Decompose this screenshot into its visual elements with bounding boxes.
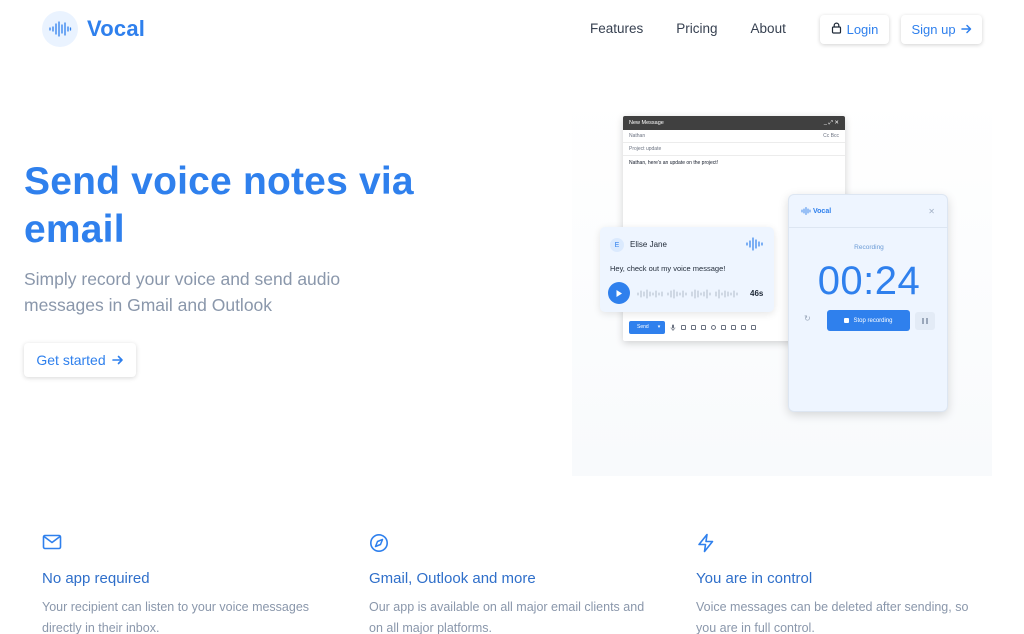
pen-icon bbox=[751, 324, 756, 330]
hero-subtitle: Simply record your voice and send audio … bbox=[24, 269, 341, 315]
stop-recording-button: Stop recording bbox=[827, 310, 910, 331]
drive-icon bbox=[721, 324, 726, 330]
recorder-logo: Vocal bbox=[801, 207, 831, 215]
compose-cc-bcc: Cc Bcc bbox=[823, 133, 839, 139]
feature-control: You are in control Voice messages can be… bbox=[696, 533, 986, 634]
compose-title: New Message bbox=[629, 120, 664, 126]
recorder-logo-text: Vocal bbox=[813, 207, 832, 215]
recording-status: Recording bbox=[854, 244, 884, 251]
recording-timer: 00:24 bbox=[817, 259, 921, 303]
signup-label: Sign up bbox=[911, 22, 956, 37]
lock-icon bbox=[741, 324, 746, 330]
lightning-icon bbox=[696, 533, 986, 553]
voice-duration: 46s bbox=[750, 289, 764, 298]
window-controls-icon: _ ⤢ ✕ bbox=[823, 119, 839, 126]
login-button[interactable]: Login bbox=[820, 15, 889, 44]
compose-subject: Project update bbox=[629, 146, 662, 152]
stop-icon bbox=[844, 318, 850, 323]
voice-message-text: Hey, check out my voice message! bbox=[610, 264, 726, 273]
send-button: Send ▾ bbox=[629, 320, 665, 334]
refresh-icon: ↻ bbox=[804, 314, 811, 323]
compose-toolbar: Send ▾ bbox=[629, 318, 756, 336]
arrow-right-icon bbox=[111, 352, 124, 368]
pause-icon bbox=[922, 318, 925, 324]
audio-waveform-icon bbox=[636, 287, 746, 305]
waveform-icon bbox=[746, 237, 764, 256]
link-icon bbox=[701, 324, 706, 330]
close-icon: ✕ bbox=[928, 206, 935, 216]
voice-message-card: E Elise Jane Hey, check out my voice mes… bbox=[600, 227, 774, 312]
feature-text: Voice messages can be deleted after send… bbox=[696, 600, 969, 634]
compose-subject-row: Project update bbox=[623, 143, 845, 156]
waveform-icon bbox=[801, 207, 811, 215]
recorder-widget: Vocal ✕ Recording 00:24 ↻ Stop recording bbox=[788, 194, 948, 412]
brand-name: Vocal bbox=[87, 16, 146, 41]
signup-button[interactable]: Sign up bbox=[901, 15, 982, 44]
login-label: Login bbox=[846, 22, 879, 37]
feature-title: No app required bbox=[42, 570, 150, 587]
nav-link-about[interactable]: About bbox=[751, 21, 786, 36]
brand-logo[interactable]: Vocal bbox=[42, 11, 145, 47]
emoji-icon bbox=[711, 324, 716, 330]
format-icon bbox=[681, 324, 686, 330]
mic-icon bbox=[670, 318, 676, 336]
chevron-down-icon: ▾ bbox=[657, 324, 661, 330]
nav-links: Features Pricing About bbox=[590, 21, 786, 36]
feature-platforms: Gmail, Outlook and more Our app is avail… bbox=[369, 533, 659, 634]
top-nav: Vocal Features Pricing About Login Sign … bbox=[0, 0, 1024, 58]
hero-title: Send voice notes via email bbox=[24, 160, 414, 251]
feature-text: Your recipient can listen to your voice … bbox=[42, 600, 310, 634]
image-icon bbox=[731, 324, 736, 330]
arrow-right-icon bbox=[960, 22, 972, 37]
waveform-logo-icon bbox=[42, 11, 78, 47]
avatar: E bbox=[610, 238, 624, 252]
get-started-button[interactable]: Get started bbox=[24, 343, 136, 377]
recorder-header: Vocal ✕ bbox=[789, 195, 947, 228]
nav-link-features[interactable]: Features bbox=[590, 21, 643, 36]
get-started-label: Get started bbox=[36, 352, 106, 368]
compose-body: Nathan, here's an update on the project! bbox=[629, 160, 719, 166]
feature-title: You are in control bbox=[696, 570, 813, 587]
feature-no-app: No app required Your recipient can liste… bbox=[42, 533, 332, 634]
mail-icon bbox=[42, 533, 332, 553]
pause-button bbox=[915, 312, 935, 330]
attach-icon bbox=[691, 324, 696, 330]
stop-recording-label: Stop recording bbox=[853, 317, 893, 324]
play-icon bbox=[616, 289, 622, 297]
lock-icon bbox=[831, 22, 842, 37]
nav-link-pricing[interactable]: Pricing bbox=[676, 21, 717, 36]
compose-to-row: Nathan Cc Bcc bbox=[623, 130, 845, 143]
feature-text: Our app is available on all major email … bbox=[369, 600, 645, 634]
feature-title: Gmail, Outlook and more bbox=[369, 570, 536, 587]
compose-to: Nathan bbox=[629, 133, 646, 139]
compass-icon bbox=[369, 533, 659, 553]
send-label: Send bbox=[637, 324, 649, 330]
play-button bbox=[608, 282, 630, 304]
pause-icon bbox=[925, 318, 928, 324]
compose-header: New Message _ ⤢ ✕ bbox=[623, 116, 845, 130]
sender-name: Elise Jane bbox=[630, 240, 667, 249]
